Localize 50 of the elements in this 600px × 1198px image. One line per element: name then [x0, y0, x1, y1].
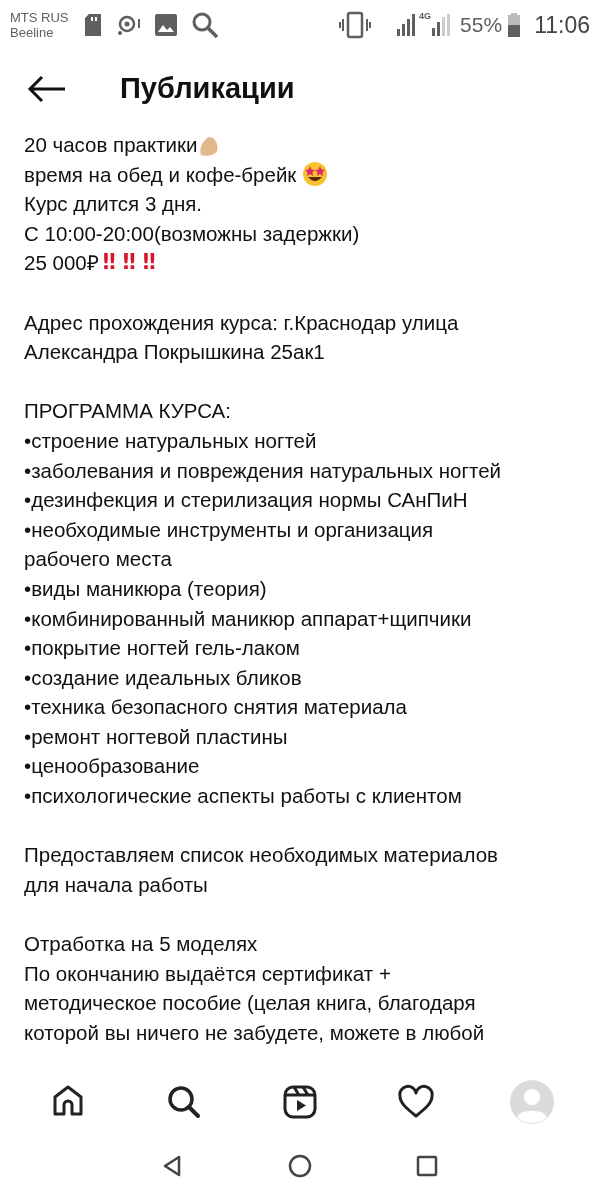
post-text-line: •строение натуральных ногтей	[24, 427, 317, 454]
signal-icon	[397, 14, 418, 36]
post-text-line: 20 часов практики	[24, 132, 198, 158]
sd-card-icon	[82, 13, 103, 37]
heart-icon	[398, 1084, 434, 1120]
post-text-line: •дезинфекция и стерилизация нормы САнПиН	[24, 487, 468, 514]
carrier-name: Beeline	[10, 25, 55, 40]
profile-avatar-icon	[510, 1080, 554, 1124]
signal-icon	[432, 14, 453, 36]
post-text-line: •заболевания и повреждения натуральных ногтей	[24, 457, 501, 484]
post-text-line: рабочего места	[24, 546, 172, 573]
star-eyes-emoji-icon	[302, 161, 329, 188]
post-text-line: •виды маникюра (теория)	[24, 575, 267, 602]
post-text-line: •создание идеальных бликов	[24, 664, 302, 691]
image-icon	[154, 14, 177, 36]
home-circle-icon	[288, 1154, 312, 1178]
post-text-line: Курс длится 3 дня.	[24, 191, 203, 218]
post-text-line: которой вы ничего не забудете, можете в любой	[24, 1019, 485, 1046]
post-text-line: •ценообразование	[24, 753, 200, 780]
page-title: Публикации	[120, 71, 295, 107]
back-arrow-icon	[27, 75, 67, 103]
video-reel-icon	[282, 1084, 318, 1120]
recents-square-icon	[414, 1154, 439, 1178]
post-text-line: Адрес прохождения курса: г.Краснодар улица	[24, 309, 459, 336]
post-text-line: •ремонт ногтевой пластины	[24, 723, 288, 750]
search-icon	[190, 11, 219, 39]
post-text-line: ПРОГРАММА КУРСА:	[24, 398, 231, 425]
post-text-line: С 10:00-20:00(возможны задержки)	[24, 220, 360, 247]
post-text-line: •психологические аспекты работы с клиентом	[24, 783, 462, 810]
post-text-line: время на обед и кофе-брейк	[24, 161, 298, 188]
post-text-line: Отработка на 5 моделях	[24, 931, 258, 958]
post-text-line: Предоставляем список необходимых материалов	[24, 842, 498, 869]
battery-percentage: 55%	[460, 12, 503, 39]
location-icon	[116, 14, 141, 36]
post-text-line: 25 000₽	[24, 250, 99, 277]
post-text-line: •комбинированный маникюр аппарат+щипчики	[24, 605, 472, 632]
battery-icon	[508, 13, 521, 37]
carrier-name: MTS RUS	[10, 10, 69, 25]
double-exclamation-marks: ‼ ‼ ‼	[102, 249, 156, 277]
post-text-line: методическое пособие (целая книга, благодаря	[24, 990, 476, 1017]
network-type-label: 4G	[419, 10, 432, 23]
post-text-line: По окончанию выдаётся сертификат +	[24, 960, 391, 987]
clock-time: 11:06	[534, 10, 590, 40]
post-text-line: •покрытие ногтей гель-лаком	[24, 635, 300, 662]
post-text-line: •техника безопасного снятия материала	[24, 694, 407, 721]
post-text-line: Александра Покрышкина 25ак1	[24, 339, 325, 366]
post-text-line: для начала работы	[24, 871, 208, 898]
vibrate-icon	[339, 11, 372, 39]
search-icon	[166, 1084, 202, 1120]
post-text-line: •необходимые инструменты и организация	[24, 516, 434, 543]
